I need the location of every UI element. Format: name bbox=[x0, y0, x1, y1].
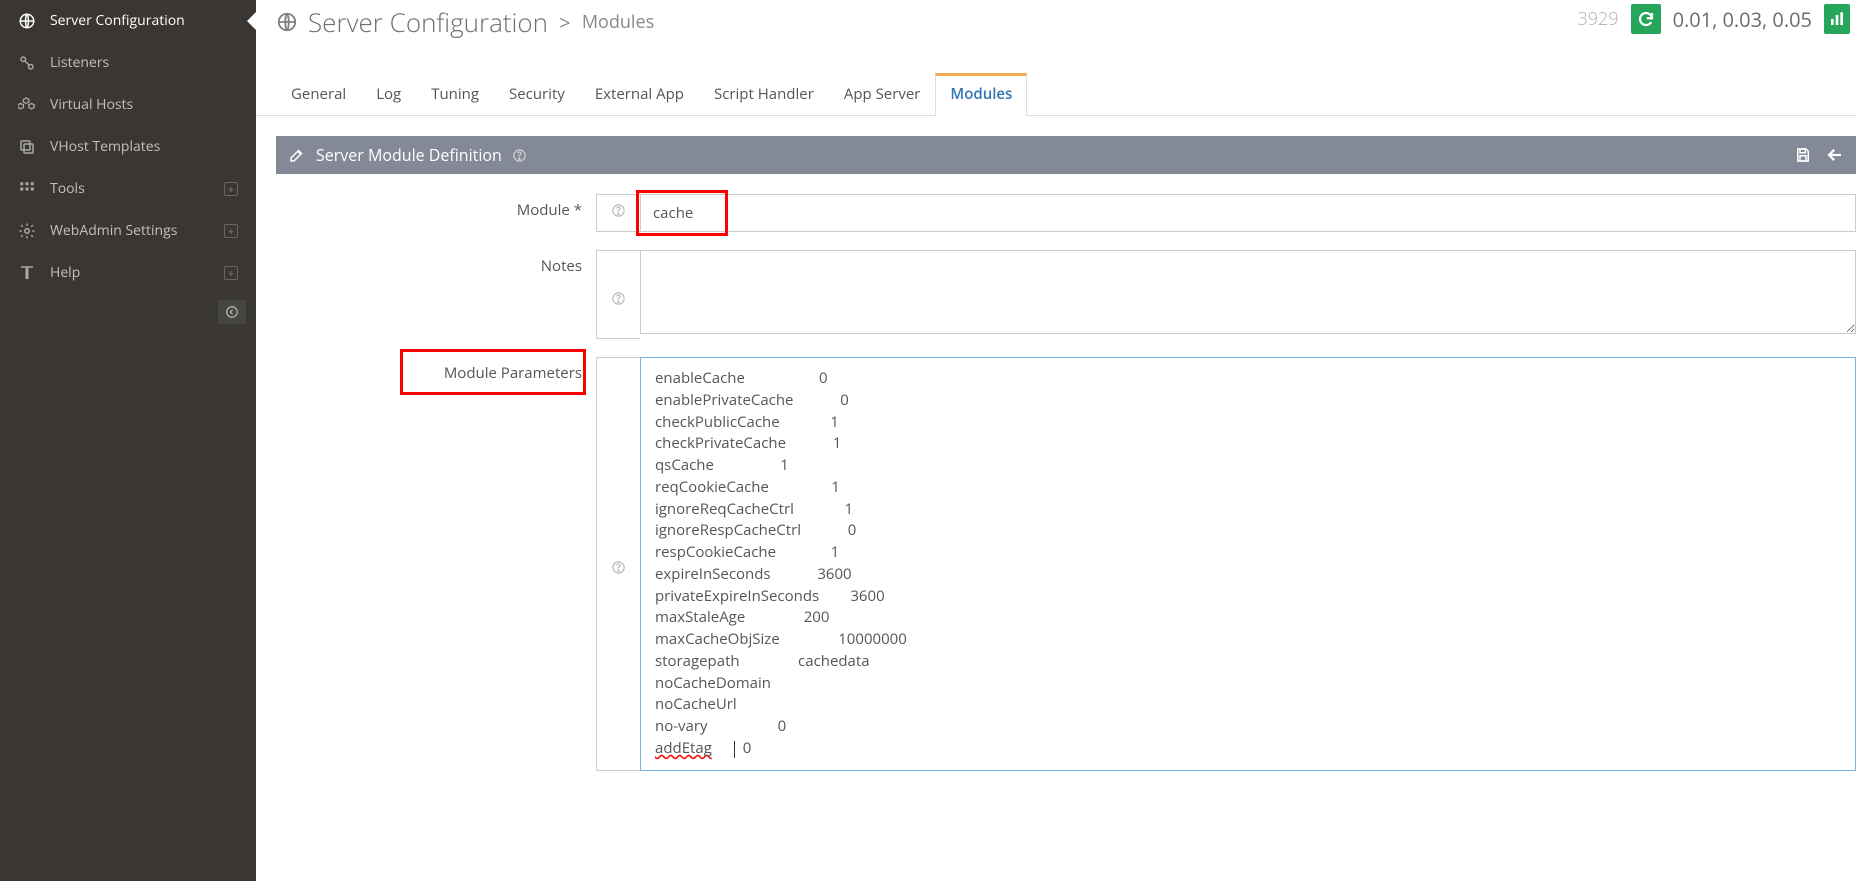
help-icon[interactable] bbox=[596, 357, 640, 771]
sidebar: Server Configuration Listeners Virtual H… bbox=[0, 0, 256, 881]
tab-modules[interactable]: Modules bbox=[935, 73, 1027, 116]
sidebar-item-server-config[interactable]: Server Configuration bbox=[0, 0, 256, 42]
tab-security[interactable]: Security bbox=[494, 73, 580, 116]
book-icon bbox=[18, 264, 36, 282]
sidebar-item-tools[interactable]: Tools + bbox=[0, 168, 256, 210]
tab-script-handler[interactable]: Script Handler bbox=[699, 73, 829, 116]
sidebar-item-label: Tools bbox=[50, 179, 85, 198]
panel-body: Module * Notes bbox=[276, 174, 1856, 809]
panel: Server Module Definition Module * bbox=[276, 136, 1856, 809]
main: 3929 0.01, 0.03, 0.05 Server Configurati… bbox=[256, 0, 1856, 829]
edit-icon bbox=[288, 146, 306, 164]
stat-number: 3929 bbox=[1577, 7, 1618, 31]
tab-external-app[interactable]: External App bbox=[580, 73, 699, 116]
help-icon[interactable] bbox=[596, 250, 640, 339]
notes-textarea[interactable] bbox=[640, 250, 1856, 334]
sidebar-item-label: WebAdmin Settings bbox=[50, 221, 177, 240]
sidebar-item-webadmin-settings[interactable]: WebAdmin Settings + bbox=[0, 210, 256, 252]
gear-icon bbox=[18, 222, 36, 240]
plus-icon[interactable]: + bbox=[224, 266, 238, 280]
load-averages: 0.01, 0.03, 0.05 bbox=[1673, 6, 1812, 33]
save-button[interactable] bbox=[1794, 146, 1812, 164]
globe-icon bbox=[18, 12, 36, 30]
sidebar-item-label: VHost Templates bbox=[50, 137, 160, 156]
sidebar-item-label: Virtual Hosts bbox=[50, 95, 133, 114]
panel-title: Server Module Definition bbox=[316, 144, 502, 166]
sidebar-item-label: Server Configuration bbox=[50, 11, 185, 30]
page-title: Server Configuration bbox=[308, 4, 548, 40]
module-input[interactable] bbox=[640, 194, 1856, 232]
tab-tuning[interactable]: Tuning bbox=[416, 73, 494, 116]
breadcrumb-crumb: Modules bbox=[582, 10, 654, 34]
sidebar-item-listeners[interactable]: Listeners bbox=[0, 42, 256, 84]
panel-actions bbox=[1794, 146, 1844, 164]
chart-button[interactable] bbox=[1824, 4, 1850, 34]
copy-icon bbox=[18, 138, 36, 156]
grid-icon bbox=[18, 180, 36, 198]
help-icon[interactable] bbox=[596, 194, 640, 232]
form-row-params: Module Parameters enableCache 0 enablePr… bbox=[276, 357, 1856, 771]
plus-icon[interactable]: + bbox=[224, 182, 238, 196]
back-button[interactable] bbox=[1826, 146, 1844, 164]
refresh-button[interactable] bbox=[1631, 4, 1661, 34]
tab-general[interactable]: General bbox=[276, 73, 361, 116]
sidebar-item-label: Help bbox=[50, 263, 80, 282]
link-icon bbox=[18, 54, 36, 72]
form-row-module: Module * bbox=[276, 194, 1856, 232]
params-label: Module Parameters bbox=[444, 363, 582, 383]
sidebar-item-help[interactable]: Help + bbox=[0, 252, 256, 294]
collapse-sidebar-button[interactable] bbox=[218, 300, 246, 324]
sidebar-item-label: Listeners bbox=[50, 53, 109, 72]
panel-header: Server Module Definition bbox=[276, 136, 1856, 174]
globe-icon bbox=[276, 11, 298, 33]
help-icon[interactable] bbox=[512, 148, 527, 163]
sidebar-item-virtual-hosts[interactable]: Virtual Hosts bbox=[0, 84, 256, 126]
tabs: General Log Tuning Security External App… bbox=[256, 72, 1856, 116]
sidebar-item-vhost-templates[interactable]: VHost Templates bbox=[0, 126, 256, 168]
module-label: Module * bbox=[276, 194, 596, 220]
notes-label: Notes bbox=[276, 250, 596, 276]
tab-app-server[interactable]: App Server bbox=[829, 73, 936, 116]
form-row-notes: Notes bbox=[276, 250, 1856, 339]
plus-icon[interactable]: + bbox=[224, 224, 238, 238]
params-textarea[interactable]: enableCache 0 enablePrivateCache 0 check… bbox=[640, 357, 1856, 771]
top-stats: 3929 0.01, 0.03, 0.05 bbox=[1577, 0, 1850, 38]
cubes-icon bbox=[18, 96, 36, 114]
tab-log[interactable]: Log bbox=[361, 73, 416, 116]
sidebar-collapse-row bbox=[0, 294, 256, 330]
breadcrumb-sep: > bbox=[554, 9, 576, 36]
